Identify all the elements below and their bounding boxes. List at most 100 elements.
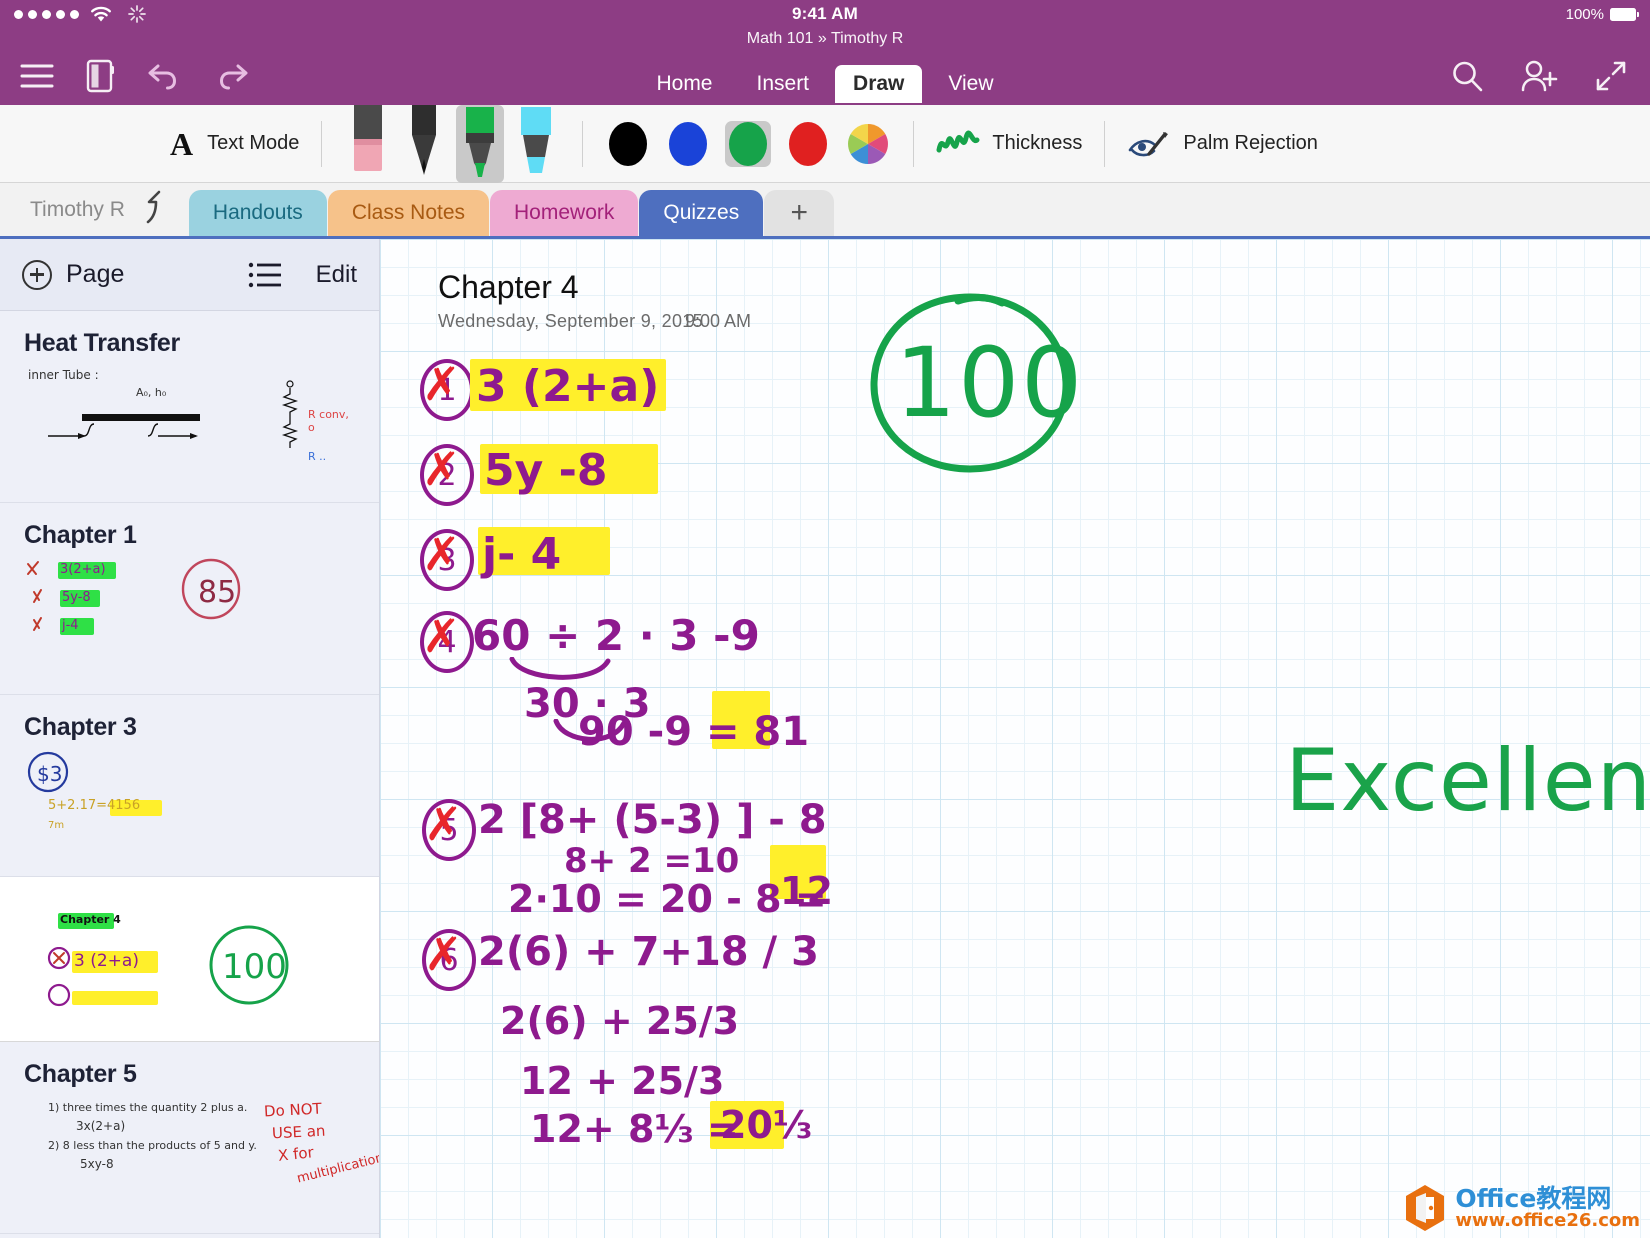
thumb-grade-100: 100 — [204, 923, 294, 1009]
status-clock: 9:41 AM — [0, 4, 1650, 24]
page-thumbnail-heat-transfer: inner Tube : A₀, h₀ — [24, 364, 355, 482]
main-body: Page Edit Heat Transfer inne — [0, 239, 1650, 1238]
black-pen-tool[interactable] — [400, 105, 448, 183]
note-canvas[interactable]: Chapter 4 Wednesday, September 9, 2015 9… — [380, 239, 1650, 1238]
text-mode-label: Text Mode — [207, 132, 299, 155]
plus-circle-icon — [22, 260, 52, 290]
ribbon-tab-draw[interactable]: Draw — [835, 65, 922, 103]
thumb-note: inner Tube : — [28, 368, 99, 382]
thumb-problem-markers — [46, 947, 72, 1009]
ribbon-tab-view[interactable]: View — [930, 65, 1011, 103]
page-list-item-heat-transfer[interactable]: Heat Transfer inner Tube : A₀, h₀ — [0, 311, 379, 503]
problem-expression-1: 3 (2+a) — [476, 361, 659, 412]
thumb-note: 1) three times the quantity 2 plus a. — [48, 1101, 247, 1114]
color-wheel-icon[interactable] — [845, 121, 891, 167]
squiggle-icon — [936, 130, 980, 158]
hamburger-menu-icon[interactable] — [20, 63, 54, 89]
cyan-highlighter-tool[interactable] — [512, 105, 560, 183]
page-title-area: Chapter 4 — [436, 267, 587, 310]
search-icon[interactable] — [1450, 59, 1484, 93]
onenote-app-window: 9:41 AM 100% Math 101 » Timothy R — [0, 0, 1650, 1238]
thumb-check-marks — [24, 558, 54, 640]
check-mark-3: ✗ — [422, 531, 461, 577]
green-pen-tool[interactable] — [456, 105, 504, 183]
undo-icon[interactable] — [146, 61, 182, 91]
toggle-sidebar-icon[interactable] — [86, 59, 114, 93]
section-tab-handouts[interactable]: Handouts — [189, 190, 327, 236]
thumb-note: 3x(2+a) — [76, 1119, 125, 1133]
back-arrow-icon[interactable] — [141, 190, 167, 226]
problem-expression-4: 60 ÷ 2 · 3 -9 — [472, 611, 760, 660]
problem-answer-5: 12 — [780, 869, 833, 913]
battery-indicator: 100% — [1566, 6, 1636, 23]
svg-text:100: 100 — [222, 947, 287, 987]
thumb-note: 7m — [48, 820, 64, 831]
page-item-title: Chapter 1 — [24, 521, 355, 550]
page-list-item-chapter-4[interactable]: Chapter 4 3 (2+a) — [0, 877, 379, 1042]
page-title[interactable]: Chapter 4 — [436, 267, 587, 310]
ribbon-tab-insert[interactable]: Insert — [739, 65, 828, 103]
check-mark-6: ✗ — [424, 931, 463, 977]
watermark-line-2: www.office26.com — [1455, 1212, 1640, 1230]
page-item-title: Heat Transfer — [24, 329, 355, 358]
thumb-note: USE an — [272, 1122, 326, 1143]
check-mark-4: ✗ — [422, 613, 461, 659]
text-mode-button[interactable]: A Text Mode — [170, 128, 299, 160]
add-page-button[interactable]: Page — [22, 260, 124, 290]
breadcrumb: Math 101 » Timothy R — [0, 28, 1650, 48]
color-swatch-green[interactable] — [725, 121, 771, 167]
color-swatch-blue[interactable] — [665, 121, 711, 167]
thumb-note: j-4 — [62, 618, 79, 633]
thickness-button[interactable]: Thickness — [936, 130, 1082, 158]
draw-toolbar: A Text Mode — [0, 105, 1650, 183]
page-list-item-chapter-1[interactable]: Chapter 1 3(2+a) 5y-8 j-4 — [0, 503, 379, 695]
thickness-label: Thickness — [992, 132, 1082, 155]
problem-expression-5: 2 [8+ (5-3) ] - 8 — [478, 797, 827, 843]
thumb-note: R .. — [308, 450, 326, 463]
page-item-title: Chapter 5 — [24, 1060, 355, 1089]
thumb-note: A₀, h₀ — [136, 386, 166, 399]
problem-work-6-line1: 2(6) + 25/3 — [500, 999, 739, 1043]
problem-work-6-line3: 12+ 8⅓ = — [530, 1107, 739, 1151]
page-list-header: Page Edit — [0, 239, 379, 311]
page-list-item-chapter-5[interactable]: Chapter 5 1) three times the quantity 2 … — [0, 1042, 379, 1234]
color-swatch-red[interactable] — [785, 121, 831, 167]
app-header: 9:41 AM 100% Math 101 » Timothy R — [0, 0, 1650, 105]
color-swatch-group — [605, 121, 891, 167]
section-tab-quizzes[interactable]: Quizzes — [639, 190, 763, 236]
add-section-button[interactable]: + — [764, 190, 834, 236]
problem-expression-3: j- 4 — [482, 529, 561, 580]
thumb-note: Chapter 4 — [60, 913, 121, 926]
redo-icon[interactable] — [214, 61, 250, 91]
section-tab-class-notes[interactable]: Class Notes — [328, 190, 489, 236]
toolbar-divider-4 — [1104, 121, 1105, 167]
palm-rejection-icon — [1127, 128, 1171, 160]
office-logo-icon — [1404, 1184, 1446, 1232]
header-ribbon-row: Home Insert Draw View — [0, 48, 1650, 103]
expand-fullscreen-icon[interactable] — [1594, 59, 1628, 93]
list-view-icon[interactable] — [248, 262, 282, 288]
color-swatch-black[interactable] — [605, 121, 651, 167]
problem-expression-6: 2(6) + 7+18 / 3 — [478, 929, 819, 975]
text-mode-icon: A — [170, 128, 193, 160]
thumb-note: 5+2.17=4156 — [48, 798, 140, 813]
page-list-item-chapter-3[interactable]: Chapter 3 $3 5+2.17=4156 7m — [0, 695, 379, 877]
page-list-sidebar: Page Edit Heat Transfer inne — [0, 239, 380, 1238]
edit-pages-button[interactable]: Edit — [316, 261, 357, 289]
section-tab-homework[interactable]: Homework — [490, 190, 638, 236]
section-tab-bar: Timothy R Handouts Class Notes Homework … — [0, 183, 1650, 239]
battery-percent-label: 100% — [1566, 6, 1604, 23]
grade-comment: Excellent! — [1285, 731, 1650, 831]
notebook-owner-label: Timothy R — [30, 198, 125, 236]
svg-text:85: 85 — [198, 575, 236, 610]
palm-rejection-label: Palm Rejection — [1183, 132, 1318, 155]
thumb-note: 5y-8 — [62, 590, 91, 605]
toolbar-divider-2 — [582, 121, 583, 167]
thumb-note: 2) 8 less than the products of 5 and y. — [48, 1139, 257, 1152]
eraser-tool[interactable] — [344, 105, 392, 183]
palm-rejection-button[interactable]: Palm Rejection — [1127, 128, 1318, 160]
ribbon-tab-home[interactable]: Home — [638, 65, 730, 103]
thumb-note: Do NOT — [264, 1100, 323, 1121]
thumb-note: R conv, o — [308, 408, 355, 434]
add-person-icon[interactable] — [1520, 60, 1558, 92]
